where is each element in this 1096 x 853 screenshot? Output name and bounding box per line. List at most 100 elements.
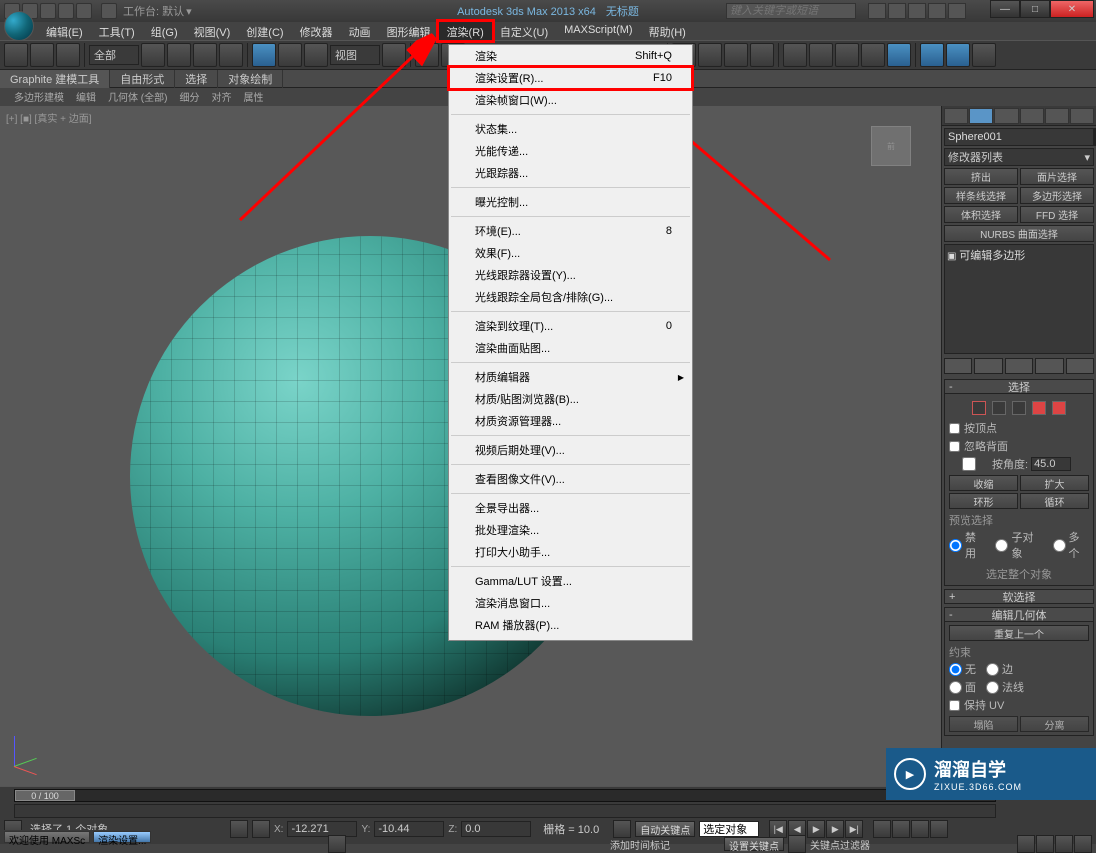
dd-raytrace-set[interactable]: 光线跟踪器设置(Y)... — [449, 264, 692, 286]
addmark-label[interactable]: 添加时间标记 — [610, 837, 670, 852]
ref-coord[interactable]: 视图 — [330, 45, 380, 65]
time-handle[interactable]: 0 / 100 — [15, 790, 75, 801]
ribbon-freeform[interactable]: 自由形式 — [110, 70, 175, 88]
select-icon[interactable] — [141, 43, 165, 67]
autokey-button[interactable]: 自动关键点 — [635, 821, 695, 837]
subtab-align[interactable]: 对齐 — [205, 88, 237, 106]
manip-icon[interactable] — [415, 43, 439, 67]
menu-maxscript[interactable]: MAXScript(M) — [556, 22, 640, 40]
bind-icon[interactable] — [56, 43, 80, 67]
rotate-icon[interactable] — [278, 43, 302, 67]
dd-matedit[interactable]: 材质编辑器▶ — [449, 366, 692, 388]
pivot-icon[interactable] — [382, 43, 406, 67]
pin-icon[interactable] — [944, 358, 972, 374]
remove-icon[interactable] — [1035, 358, 1063, 374]
hierarchy-tab-icon[interactable] — [994, 108, 1018, 124]
menu-custom[interactable]: 自定义(U) — [492, 22, 556, 40]
btn-shrink[interactable]: 收缩 — [949, 475, 1018, 491]
script-icon[interactable] — [328, 835, 346, 853]
dd-rsurf[interactable]: 渲染曲面贴图... — [449, 337, 692, 359]
maximize-button[interactable]: □ — [1020, 0, 1050, 18]
btn-repeat[interactable]: 重复上一个 — [949, 625, 1089, 641]
subtab-subdiv[interactable]: 细分 — [173, 88, 205, 106]
nav-zoome-icon[interactable] — [930, 820, 948, 838]
dd-exposure[interactable]: 曝光控制... — [449, 191, 692, 213]
dd-render-setup[interactable]: 渲染设置(R)...F10 — [449, 67, 692, 89]
setkey-button[interactable]: 设置关键点 — [724, 837, 784, 851]
dd-raytrace-inc[interactable]: 光线跟踪全局包含/排除(G)... — [449, 286, 692, 308]
next-frame-icon[interactable]: ▶ — [826, 820, 844, 838]
btn-vol[interactable]: 体积选择 — [944, 206, 1018, 223]
create-tab-icon[interactable] — [944, 108, 968, 124]
show-icon[interactable] — [974, 358, 1002, 374]
select-paint-icon[interactable] — [219, 43, 243, 67]
rendset-btn[interactable]: 渲染设置... — [93, 831, 151, 843]
menu-create[interactable]: 创建(C) — [238, 22, 291, 40]
menu-group[interactable]: 组(G) — [143, 22, 186, 40]
select-name-icon[interactable] — [167, 43, 191, 67]
menu-edit[interactable]: 编辑(E) — [38, 22, 91, 40]
menu-gedit[interactable]: 图形编辑 — [379, 22, 439, 40]
dd-radiosity[interactable]: 光能传递... — [449, 140, 692, 162]
dd-render[interactable]: 渲染Shift+Q — [449, 45, 692, 67]
chk-ignoreback[interactable] — [949, 441, 960, 452]
menu-anim[interactable]: 动画 — [341, 22, 379, 40]
ribbon-selection[interactable]: 选择 — [175, 70, 218, 88]
qat-link-icon[interactable] — [101, 3, 117, 19]
dd-state[interactable]: 状态集... — [449, 118, 692, 140]
radio-subobj[interactable] — [995, 539, 1008, 552]
nav-zoomall-icon[interactable] — [892, 820, 910, 838]
modify-tab-icon[interactable] — [969, 108, 993, 124]
layers-icon[interactable] — [809, 43, 833, 67]
goto-start-icon[interactable]: |◀ — [769, 820, 787, 838]
rendered-frame-icon[interactable] — [946, 43, 970, 67]
radio-off[interactable] — [949, 539, 962, 552]
rollout-softsel[interactable]: +软选择 — [944, 589, 1094, 604]
dd-print[interactable]: 打印大小助手... — [449, 541, 692, 563]
render-prod-icon[interactable] — [972, 43, 996, 67]
btn-nurbs[interactable]: NURBS 曲面选择 — [944, 225, 1094, 242]
move-icon[interactable] — [252, 43, 276, 67]
track-bar[interactable] — [14, 804, 996, 818]
radio-multi[interactable] — [1053, 539, 1066, 552]
unlink-icon[interactable] — [30, 43, 54, 67]
modifier-stack[interactable]: ▣ 可编辑多边形 — [944, 244, 1094, 354]
dd-viewimg[interactable]: 查看图像文件(V)... — [449, 468, 692, 490]
search-input[interactable] — [726, 3, 856, 19]
coord-y[interactable] — [374, 821, 444, 837]
key-icon[interactable] — [613, 820, 631, 838]
qat-redo-icon[interactable] — [76, 3, 92, 19]
curve-editor-icon[interactable] — [835, 43, 859, 67]
dd-msgwin[interactable]: 渲染消息窗口... — [449, 592, 692, 614]
align-icon[interactable] — [783, 43, 807, 67]
snap-percent-icon[interactable] — [724, 43, 748, 67]
exchange-icon[interactable] — [928, 3, 946, 19]
welcome-btn[interactable]: 欢迎使用 MAXSc — [4, 831, 90, 843]
isolate-icon[interactable] — [230, 820, 248, 838]
subtab-edit[interactable]: 编辑 — [70, 88, 102, 106]
dd-render-window[interactable]: 渲染帧窗口(W)... — [449, 89, 692, 111]
configure-icon[interactable] — [1066, 358, 1094, 374]
unique-icon[interactable] — [1005, 358, 1033, 374]
play-icon[interactable]: ▶ — [807, 820, 825, 838]
dd-matbrowse[interactable]: 材质/贴图浏览器(B)... — [449, 388, 692, 410]
nav-orbit-icon[interactable] — [1055, 835, 1073, 853]
qat-save-icon[interactable] — [40, 3, 56, 19]
rollout-selection[interactable]: -选择 — [944, 379, 1094, 394]
dd-effects[interactable]: 效果(F)... — [449, 242, 692, 264]
subtab-attr[interactable]: 属性 — [237, 88, 269, 106]
dd-gamma[interactable]: Gamma/LUT 设置... — [449, 570, 692, 592]
viewcube[interactable]: 前 — [871, 126, 911, 166]
help-icon[interactable] — [868, 3, 886, 19]
menu-view[interactable]: 视图(V) — [186, 22, 239, 40]
coord-z[interactable] — [461, 821, 531, 837]
ribbon-graphite[interactable]: Graphite 建模工具 — [0, 70, 110, 88]
motion-tab-icon[interactable] — [1020, 108, 1044, 124]
vertex-icon[interactable] — [972, 401, 986, 415]
menu-help[interactable]: 帮助(H) — [641, 22, 694, 40]
dd-ram[interactable]: RAM 播放器(P)... — [449, 614, 692, 636]
dd-pano[interactable]: 全景导出器... — [449, 497, 692, 519]
btn-loop[interactable]: 循环 — [1020, 493, 1089, 509]
comm-icon[interactable] — [908, 3, 926, 19]
dd-rtt[interactable]: 渲染到纹理(T)...0 — [449, 315, 692, 337]
